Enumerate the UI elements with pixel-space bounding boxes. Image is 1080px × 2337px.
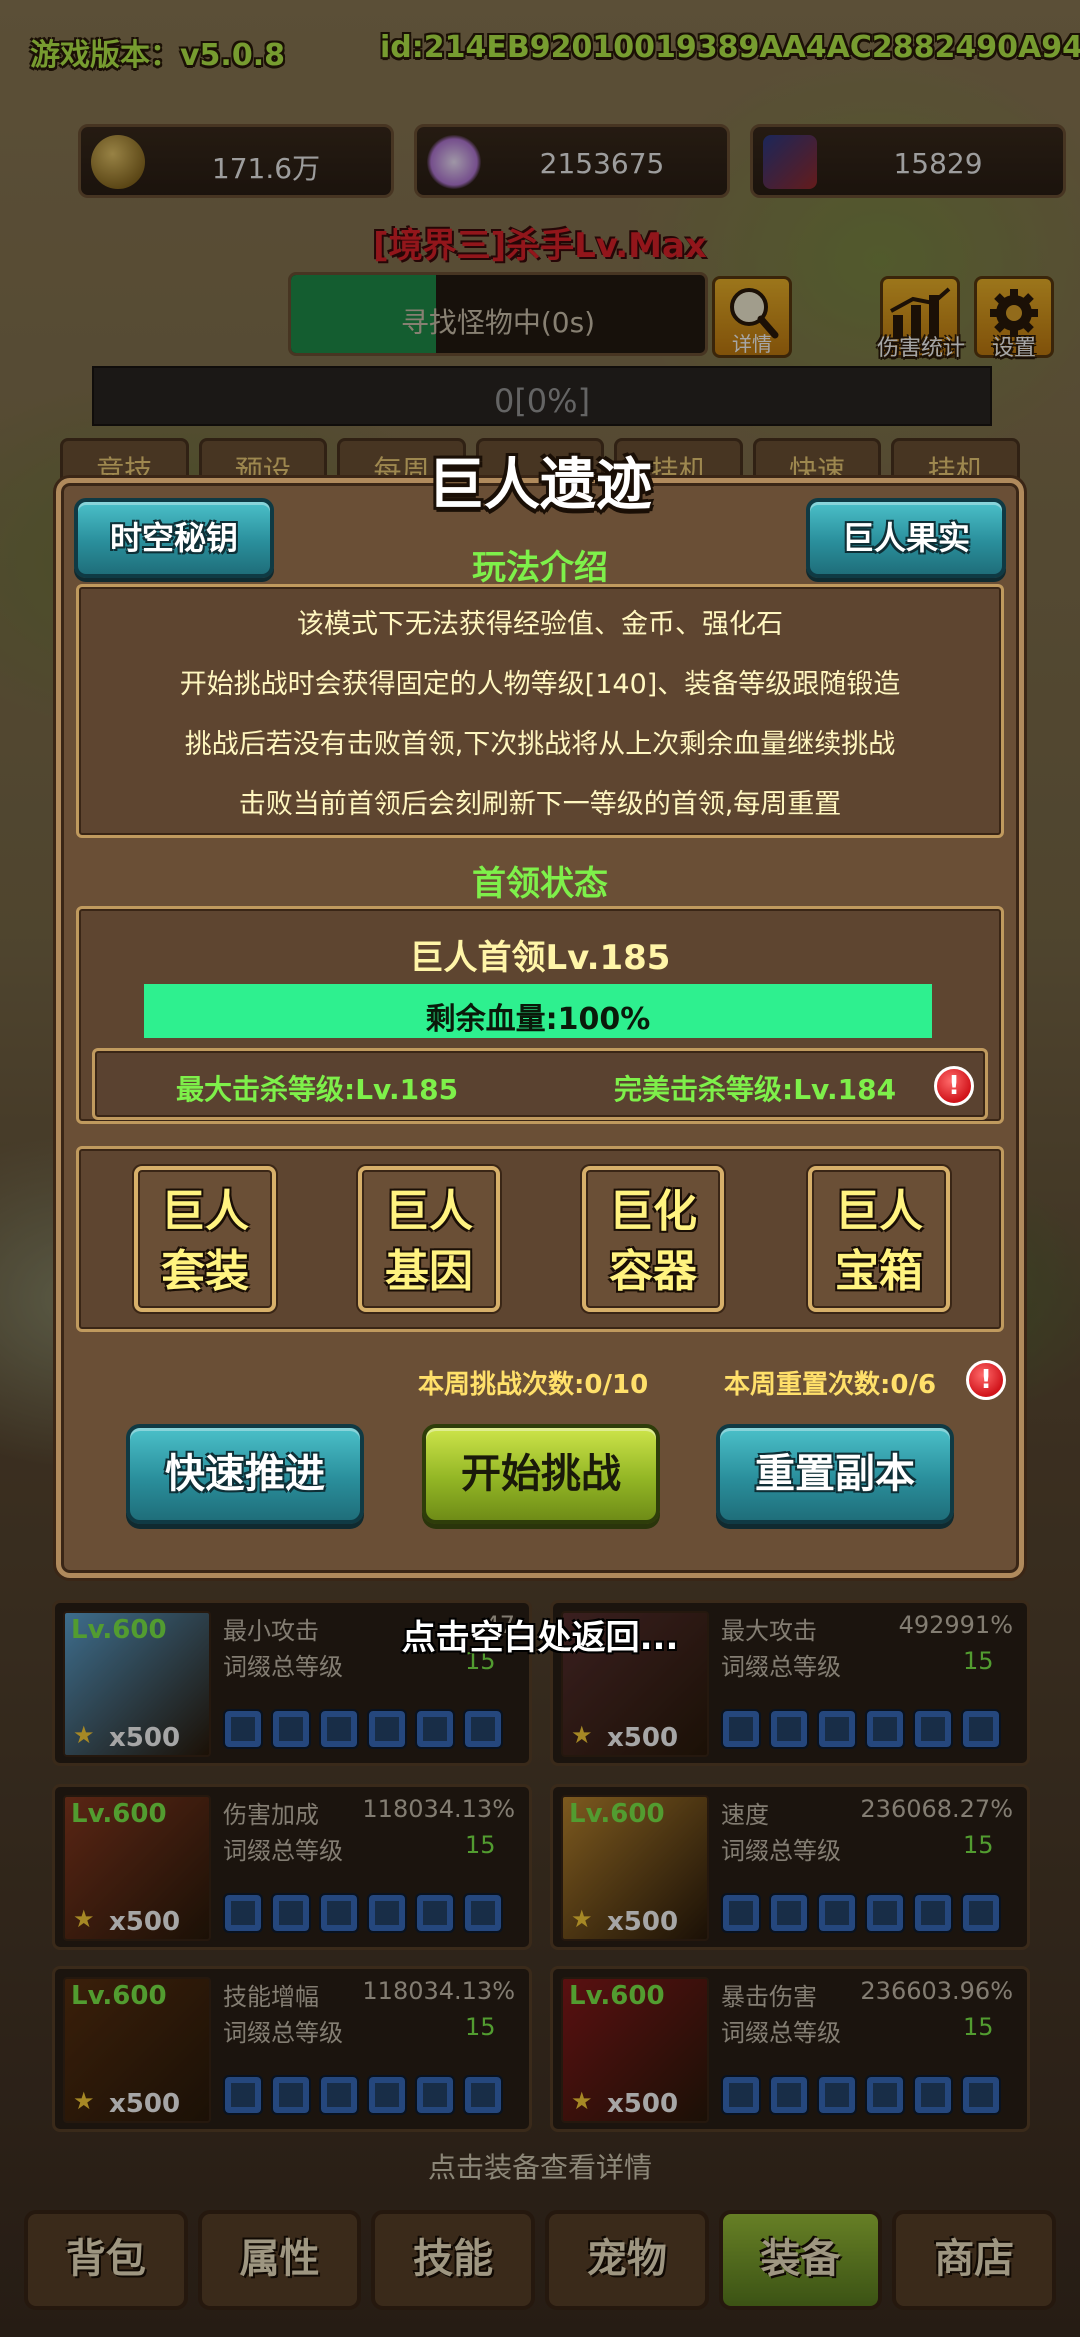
start-challenge-button[interactable]: 开始挑战 [422,1424,660,1524]
intro-line: 挑战后若没有击败首领,下次挑战将从上次剩余血量继续挑战 [184,729,896,760]
tile-line: 巨人 [161,1186,249,1237]
intro-line: 该模式下无法获得经验值、金币、强化石 [297,609,783,640]
boss-name: 巨人首领Lv.185 [409,938,671,978]
reset-dungeon-button[interactable]: 重置副本 [716,1424,954,1524]
fast-advance-button[interactable]: 快速推进 [126,1424,364,1524]
return-hint: 点击空白处返回... [401,1618,679,1658]
alert-icon[interactable]: ! [934,1066,974,1106]
giant-container-tile[interactable]: 巨化 容器 [582,1166,724,1312]
tile-line: 宝箱 [835,1246,923,1297]
perfect-kill-level: 完美击杀等级:Lv.184 [614,1073,897,1106]
max-kill-level: 最大击杀等级:Lv.185 [176,1073,459,1106]
boss-hp-bar: 剩余血量:100% [144,984,932,1038]
weekly-reset-count: 本周重置次数:0/6 [724,1370,937,1400]
weekly-challenge-count: 本周挑战次数:0/10 [418,1370,649,1400]
tile-line: 巨人 [835,1186,923,1237]
tile-line: 基因 [385,1246,473,1297]
intro-line: 开始挑战时会获得固定的人物等级[140]、装备等级跟随锻造 [179,669,901,700]
giant-gene-tile[interactable]: 巨人 基因 [358,1166,500,1312]
intro-line: 击败当前首领后会刻刷新下一等级的首领,每周重置 [238,789,842,820]
tile-line: 容器 [609,1246,697,1297]
giant-set-tile[interactable]: 巨人 套装 [134,1166,276,1312]
tile-line: 套装 [161,1246,249,1297]
tile-line: 巨化 [609,1186,697,1237]
giant-chest-tile[interactable]: 巨人 宝箱 [808,1166,950,1312]
boss-status-header: 首领状态 [472,864,608,904]
alert-icon[interactable]: ! [966,1360,1006,1400]
boss-hp-text: 剩余血量:100% [425,1002,651,1037]
intro-header: 玩法介绍 [472,548,608,588]
tile-line: 巨人 [385,1186,473,1237]
